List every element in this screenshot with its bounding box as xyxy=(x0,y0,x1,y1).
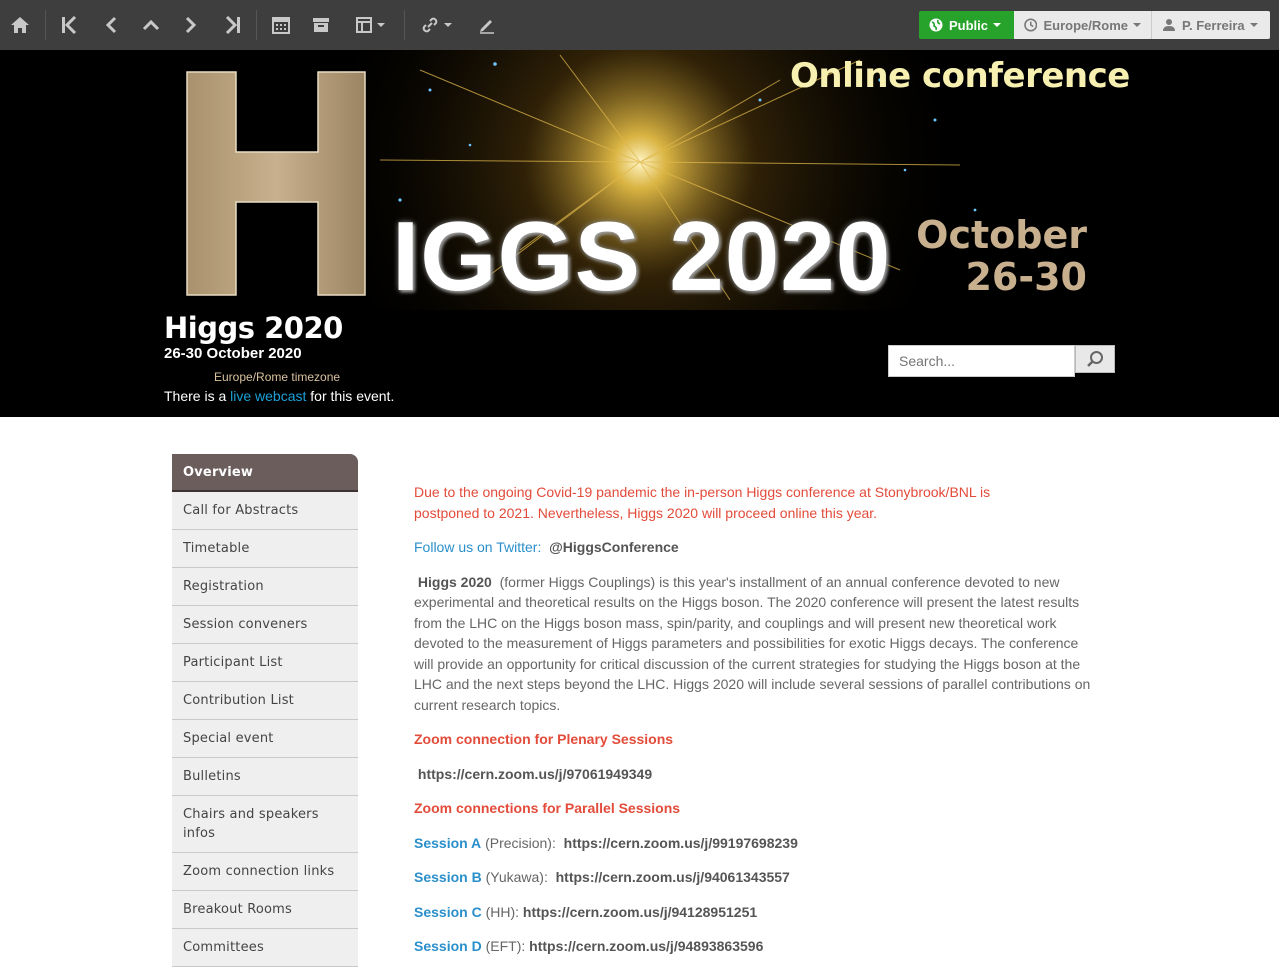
intro-paragraph: Higgs 2020 (former Higgs Couplings) is t… xyxy=(414,572,1094,716)
plenary-zoom-link[interactable]: https://cern.zoom.us/j/97061949349 xyxy=(418,766,652,782)
twitter-line: Follow us on Twitter: @HiggsConference xyxy=(414,537,1094,558)
user-label: P. Ferreira xyxy=(1182,17,1245,33)
session-zoom-link[interactable]: https://cern.zoom.us/j/94061343557 xyxy=(556,869,790,885)
home-icon[interactable] xyxy=(5,10,35,40)
event-dates: 26-30 October 2020 xyxy=(164,345,302,362)
globe-icon xyxy=(929,18,943,32)
webcast-notice: There is a live webcast for this event. xyxy=(164,388,394,404)
live-webcast-link[interactable]: live webcast xyxy=(230,388,306,404)
menu-item-call-for-abstracts[interactable]: Call for Abstracts xyxy=(172,492,358,530)
next-event-icon[interactable] xyxy=(176,10,206,40)
search-button[interactable] xyxy=(1075,345,1115,373)
chevron-down-icon xyxy=(1249,23,1258,27)
banner-online-conference: Online conference xyxy=(790,56,1130,96)
menu-item-special-event[interactable]: Special event xyxy=(172,720,358,758)
webcast-suffix: for this event. xyxy=(310,388,395,404)
menu-item-contribution-list[interactable]: Contribution List xyxy=(172,682,358,720)
chevron-down-icon xyxy=(376,23,385,27)
first-event-icon[interactable] xyxy=(54,10,84,40)
menu-item-bulletins[interactable]: Bulletins xyxy=(172,758,358,796)
session-name: Session A xyxy=(414,834,482,851)
session-name: Session B xyxy=(414,869,482,885)
event-timezone: Europe/Rome timezone xyxy=(214,370,341,384)
session-topic: (Precision): xyxy=(485,834,556,851)
toolbar-divider xyxy=(256,10,257,40)
timezone-label: Europe/Rome xyxy=(1043,17,1128,33)
session-zoom-link[interactable]: https://cern.zoom.us/j/94128951251 xyxy=(523,904,757,920)
calendar-icon[interactable] xyxy=(266,10,296,40)
event-title: Higgs 2020 xyxy=(164,311,343,345)
session-zoom-link[interactable]: https://cern.zoom.us/j/94893863596 xyxy=(529,938,763,954)
twitter-label: Follow us on Twitter: xyxy=(414,539,542,555)
plenary-heading: Zoom connection for Plenary Sessions xyxy=(414,731,674,747)
webcast-prefix: There is a xyxy=(164,388,227,404)
public-label: Public xyxy=(949,17,989,33)
toolbar-divider xyxy=(45,10,46,40)
menu-item-registration[interactable]: Registration xyxy=(172,568,358,606)
chevron-down-icon xyxy=(443,23,452,27)
chevron-down-icon xyxy=(993,23,1002,27)
session-name: Session D xyxy=(414,938,482,954)
menu-item-overview[interactable]: Overview xyxy=(172,454,358,492)
session-row: Session A (Precision): https://cern.zoom… xyxy=(414,833,1094,854)
previous-event-icon[interactable] xyxy=(96,10,126,40)
link-menu-icon[interactable] xyxy=(416,10,456,40)
session-row: Session B (Yukawa): https://cern.zoom.us… xyxy=(414,867,1094,888)
session-topic: (Yukawa): xyxy=(485,869,548,885)
banner-month: October xyxy=(916,213,1087,257)
menu-item-breakout-rooms[interactable]: Breakout Rooms xyxy=(172,891,358,929)
menu-item-session-conveners[interactable]: Session conveners xyxy=(172,606,358,644)
chevron-down-icon xyxy=(1133,23,1141,27)
user-icon xyxy=(1163,19,1175,31)
event-description: Due to the ongoing Covid-19 pandemic the… xyxy=(414,482,1094,971)
session-name: Session C xyxy=(414,903,482,920)
session-topic: (EFT): xyxy=(485,938,526,954)
event-menu: Overview Call for Abstracts Timetable Re… xyxy=(172,454,358,967)
top-toolbar: Public Europe/Rome P. Ferreira xyxy=(0,0,1279,50)
last-event-icon[interactable] xyxy=(218,10,248,40)
banner-dates: October 26-30 xyxy=(880,214,1087,298)
protection-public-button[interactable]: Public xyxy=(919,11,1014,39)
timezone-button[interactable]: Europe/Rome xyxy=(1014,11,1152,39)
covid-notice: Due to the ongoing Covid-19 pandemic the… xyxy=(414,484,991,521)
intro-text: (former Higgs Couplings) is this year's … xyxy=(414,573,1091,713)
plenary-line: https://cern.zoom.us/j/97061949349 xyxy=(414,764,1094,785)
toolbar-divider xyxy=(404,10,405,40)
user-menu-button[interactable]: P. Ferreira xyxy=(1152,11,1270,39)
menu-item-participant-list[interactable]: Participant List xyxy=(172,644,358,682)
session-zoom-link[interactable]: https://cern.zoom.us/j/99197698239 xyxy=(564,835,798,851)
twitter-handle-link[interactable]: @HiggsConference xyxy=(549,539,679,555)
archive-icon[interactable] xyxy=(306,10,336,40)
menu-item-committees[interactable]: Committees xyxy=(172,929,358,967)
layout-menu-icon[interactable] xyxy=(350,10,390,40)
search-input[interactable] xyxy=(888,345,1075,377)
menu-item-timetable[interactable]: Timetable xyxy=(172,530,358,568)
toolbar-right-group: Public Europe/Rome P. Ferreira xyxy=(919,11,1270,39)
intro-event-name: Higgs 2020 xyxy=(417,573,492,590)
menu-item-chairs-speakers-infos[interactable]: Chairs and speakers infos xyxy=(172,796,358,853)
banner-iggs-text: IGGS 2020 xyxy=(392,201,892,311)
event-banner: Online conference IGGS 2020 October 26-3… xyxy=(0,50,1279,417)
search-icon xyxy=(1087,351,1103,367)
menu-item-zoom-connection-links[interactable]: Zoom connection links xyxy=(172,853,358,891)
banner-days: 26-30 xyxy=(965,255,1087,299)
edit-pencil-icon[interactable] xyxy=(472,10,502,40)
session-row: Session D (EFT): https://cern.zoom.us/j/… xyxy=(414,936,1094,957)
parallel-heading: Zoom connections for Parallel Sessions xyxy=(414,800,681,816)
clock-icon xyxy=(1024,18,1038,32)
up-category-icon[interactable] xyxy=(136,10,166,40)
session-row: Session C (HH): https://cern.zoom.us/j/9… xyxy=(414,902,1094,923)
session-topic: (HH): xyxy=(485,903,520,920)
